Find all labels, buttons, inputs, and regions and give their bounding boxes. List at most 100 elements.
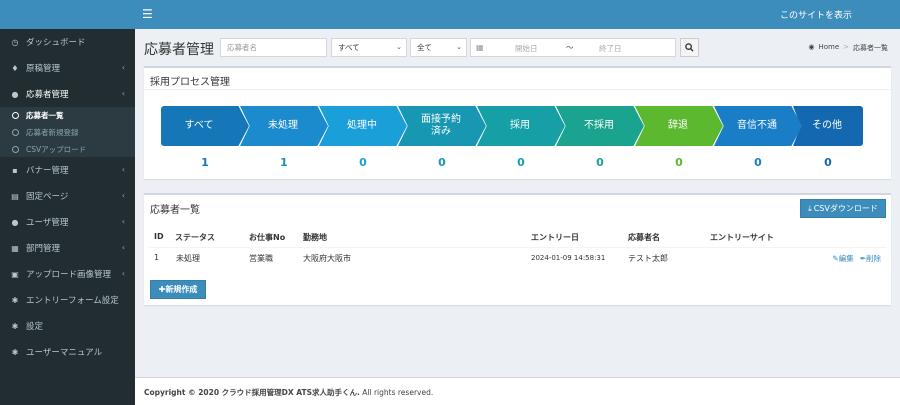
sidebar-subitem-new-applicant[interactable]: 応募者新規登録	[0, 124, 135, 140]
process-step-label: 処理中	[347, 120, 377, 131]
csv-download-button[interactable]: ⤓ CSVダウンロード	[800, 199, 886, 218]
page-title: 応募者管理	[144, 42, 214, 58]
process-step-count[interactable]: 0	[481, 156, 561, 169]
breadcrumb-separator: >	[843, 43, 849, 51]
process-step-4[interactable]: 採用	[477, 106, 565, 146]
sidebar-item-label: アップロード画像管理	[26, 270, 112, 280]
process-step-0[interactable]: すべて	[161, 106, 249, 146]
sidebar-item-entry-form-settings[interactable]: ✱ エントリーフォーム設定	[0, 287, 135, 313]
footer-rights: All rights reserved.	[359, 388, 434, 397]
process-step-label: 音信不通	[737, 120, 777, 131]
sidebar-item-label: エントリーフォーム設定	[26, 296, 119, 306]
sidebar-item-settings[interactable]: ✱ 設定	[0, 313, 135, 339]
process-step-3[interactable]: 面接予約済み	[398, 106, 486, 146]
delete-link[interactable]: ✒削除	[860, 253, 881, 264]
list-box-title: 応募者一覧	[150, 205, 200, 216]
cell-status: 未処理	[176, 254, 200, 263]
chevron-left-icon: ‹	[121, 89, 125, 98]
breadcrumb-home[interactable]: Home	[818, 43, 839, 53]
sidebar-item-label: バナー管理	[26, 166, 69, 176]
process-step-count[interactable]: 1	[165, 156, 245, 169]
sidebar-item-applicants[interactable]: ● 応募者管理 ‹	[0, 81, 135, 107]
status-select[interactable]: すべて ⌄	[331, 38, 407, 57]
view-site-link[interactable]: このサイトを表示	[780, 8, 852, 21]
home-icon: ◉	[808, 43, 815, 51]
building-icon: ▦	[11, 243, 19, 253]
process-step-8[interactable]: その他	[793, 106, 863, 146]
sidebar-item-departments[interactable]: ▦ 部門管理 ‹	[0, 235, 135, 261]
process-step-6[interactable]: 辞退	[635, 106, 723, 146]
applicant-name-input[interactable]: 応募者名	[220, 38, 327, 57]
process-step-count[interactable]: 0	[323, 156, 403, 169]
sidebar-item-label: ユーザーマニュアル	[26, 348, 103, 358]
column-header-id[interactable]: ID	[154, 232, 164, 241]
date-separator: 〜	[566, 43, 574, 52]
search-button[interactable]	[680, 38, 699, 57]
sidebar-submenu: 応募者一覧 応募者新規登録 CSVアップロード	[0, 107, 135, 157]
process-step-label: すべて	[184, 120, 214, 131]
search-icon	[685, 43, 694, 52]
sidebar-item-pages[interactable]: ▤ 固定ページ ‹	[0, 183, 135, 209]
date-range-input[interactable]: ▦ 開始日 〜 終了日	[470, 38, 676, 57]
new-applicant-button[interactable]: ✚ 新規作成	[150, 280, 206, 299]
process-step-7[interactable]: 音信不通	[714, 106, 802, 146]
hamburger-icon[interactable]: ☰	[142, 7, 153, 21]
footer-copyright: Copyright © 2020 クラウド採用管理DX ATS求人助手くん.	[144, 388, 360, 397]
process-step-label: 採用	[510, 120, 530, 131]
sidebar-item-label: 原稿管理	[26, 64, 61, 74]
column-header-location[interactable]: 勤務地	[303, 232, 327, 243]
sidebar-item-banners[interactable]: ▪ バナー管理 ‹	[0, 157, 135, 183]
edit-link[interactable]: ✎編集	[832, 253, 853, 264]
chevron-left-icon: ‹	[121, 191, 125, 200]
file-icon: ▤	[11, 191, 19, 201]
column-header-name[interactable]: 応募者名	[628, 232, 660, 243]
sidebar-item-user-manual[interactable]: ✱ ユーザーマニュアル	[0, 339, 135, 365]
sidebar-item-users[interactable]: ● ユーザ管理 ‹	[0, 209, 135, 235]
process-step-label: 面接予約済み	[421, 114, 461, 137]
process-step-count[interactable]: 1	[244, 156, 324, 169]
date-start-field[interactable]: 開始日	[515, 43, 538, 54]
column-header-status[interactable]: ステータス	[175, 232, 215, 243]
sidebar-item-label: ダッシュボード	[26, 38, 86, 48]
column-header-entry-date[interactable]: エントリー日	[531, 232, 579, 243]
process-step-count[interactable]: 0	[788, 156, 868, 169]
breadcrumb-current: 応募者一覧	[853, 44, 888, 52]
cell-id: 1	[154, 253, 160, 262]
download-icon: ⤓	[808, 203, 812, 213]
process-step-count[interactable]: 0	[639, 156, 719, 169]
cell-name: テスト太郎	[628, 254, 668, 263]
process-step-label: 辞退	[668, 120, 688, 131]
chevron-down-icon: ⌄	[456, 43, 462, 51]
cell-entry-date: 2024-01-09 14:58:31	[531, 254, 606, 262]
user-group-icon: ●	[11, 217, 19, 227]
calendar-icon: ▦	[476, 43, 484, 52]
sidebar-item-manuscripts[interactable]: ♦ 原稿管理 ‹	[0, 55, 135, 81]
sidebar-item-dashboard[interactable]: ◷ ダッシュボード	[0, 29, 135, 55]
sidebar-subitem-label: CSVアップロード	[26, 144, 87, 154]
site-select[interactable]: 全て ⌄	[410, 38, 467, 57]
process-step-2[interactable]: 処理中	[319, 106, 407, 146]
recruitment-process-box: 採用プロセス管理 すべて 1 未処理 1 処理中 0 面接予約済み 0 採用 0 不採用 0 辞退 0 音信…	[144, 66, 891, 179]
cell-location: 大阪府大阪市	[303, 254, 351, 263]
chevron-left-icon: ‹	[121, 165, 125, 174]
site-select-value: 全て	[417, 43, 432, 52]
sidebar-subitem-label: 応募者一覧	[26, 110, 64, 120]
process-step-count[interactable]: 0	[560, 156, 640, 169]
sidebar-subitem-csv-upload[interactable]: CSVアップロード	[0, 141, 135, 157]
column-header-entry-site[interactable]: エントリーサイト	[710, 232, 774, 243]
process-step-count[interactable]: 0	[402, 156, 482, 169]
gear-icon: ✱	[11, 347, 19, 357]
process-step-5[interactable]: 不採用	[556, 106, 644, 146]
process-step-1[interactable]: 未処理	[240, 106, 328, 146]
sidebar-subitem-applicant-list[interactable]: 応募者一覧	[0, 107, 135, 123]
sidebar-item-label: 固定ページ	[26, 192, 69, 202]
process-step-count[interactable]: 0	[718, 156, 798, 169]
sidebar-item-label: 設定	[26, 322, 44, 332]
chevron-left-icon: ‹	[121, 269, 125, 278]
process-step-label: 未処理	[268, 120, 298, 131]
cell-job-no: 営業職	[249, 254, 273, 263]
date-end-field[interactable]: 終了日	[599, 43, 622, 54]
chevron-left-icon: ‹	[121, 243, 125, 252]
column-header-job-no[interactable]: お仕事No	[249, 232, 285, 243]
sidebar-item-uploaded-images[interactable]: ▣ アップロード画像管理 ‹	[0, 261, 135, 287]
